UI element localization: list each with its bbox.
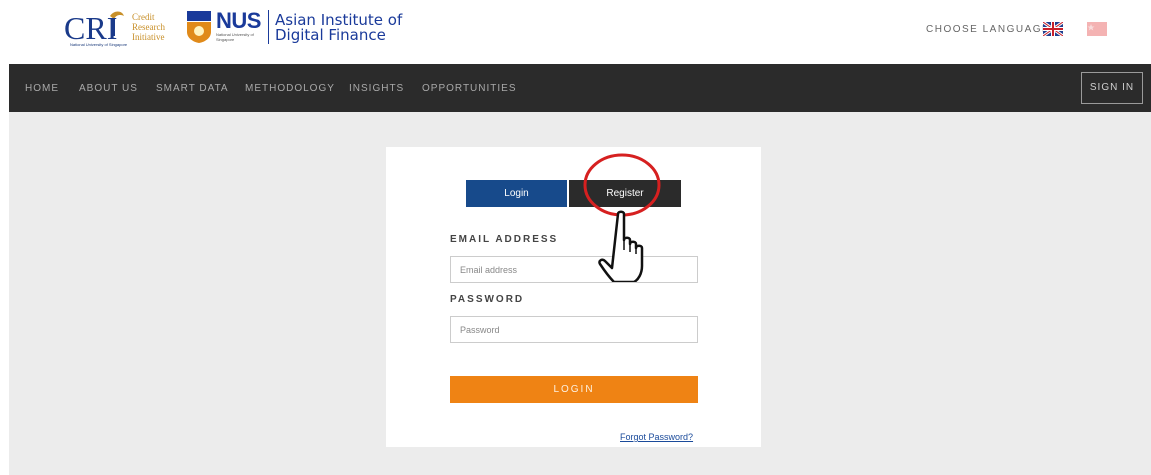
site-header: CRI Credit Research Initiative National … (0, 0, 1151, 62)
nus-wordmark: NUS (216, 8, 261, 33)
cri-line-1: Credit (132, 12, 155, 22)
china-flag-icon[interactable] (1087, 22, 1107, 36)
email-label: EMAIL ADDRESS (450, 234, 559, 245)
annotation-circle (583, 153, 661, 217)
aidf-logo-text[interactable]: Asian Institute of Digital Finance (275, 13, 402, 43)
cri-line-2: Research (132, 22, 165, 32)
nav-smart-data[interactable]: SMART DATA (156, 83, 229, 94)
cri-logo-text: Credit Research Initiative (132, 12, 165, 42)
cri-logo[interactable]: CRI Credit Research Initiative National … (62, 8, 177, 48)
nus-crest-icon (187, 11, 211, 43)
password-field[interactable] (450, 316, 698, 343)
aidf-line-2: Digital Finance (275, 26, 386, 44)
nav-methodology[interactable]: METHODOLOGY (245, 83, 335, 94)
svg-text:CRI: CRI (64, 10, 117, 46)
uk-flag-icon[interactable] (1043, 22, 1063, 36)
cri-subtitle: National University of Singapore (70, 42, 128, 47)
sign-in-button[interactable]: SIGN IN (1081, 72, 1143, 104)
cri-line-3: Initiative (132, 32, 165, 42)
nav-home[interactable]: HOME (25, 83, 59, 94)
tab-login[interactable]: Login (466, 180, 567, 207)
nus-logo[interactable]: NUS National University of Singapore (186, 8, 268, 48)
nav-about-us[interactable]: ABOUT US (79, 83, 138, 94)
star-icon (1087, 24, 1095, 31)
main-nav: HOME ABOUT US SMART DATA METHODOLOGY INS… (9, 64, 1151, 112)
forgot-password-link[interactable]: Forgot Password? (620, 432, 693, 442)
choose-language-label: CHOOSE LANGUAGE (926, 24, 1051, 35)
nav-opportunities[interactable]: OPPORTUNITIES (422, 83, 517, 94)
password-label: PASSWORD (450, 294, 525, 305)
nav-insights[interactable]: INSIGHTS (349, 83, 404, 94)
nus-subtitle: National University of Singapore (216, 32, 254, 42)
hand-pointer-icon (598, 210, 644, 282)
logo-divider (268, 10, 269, 44)
login-button[interactable]: LOGIN (450, 376, 698, 403)
